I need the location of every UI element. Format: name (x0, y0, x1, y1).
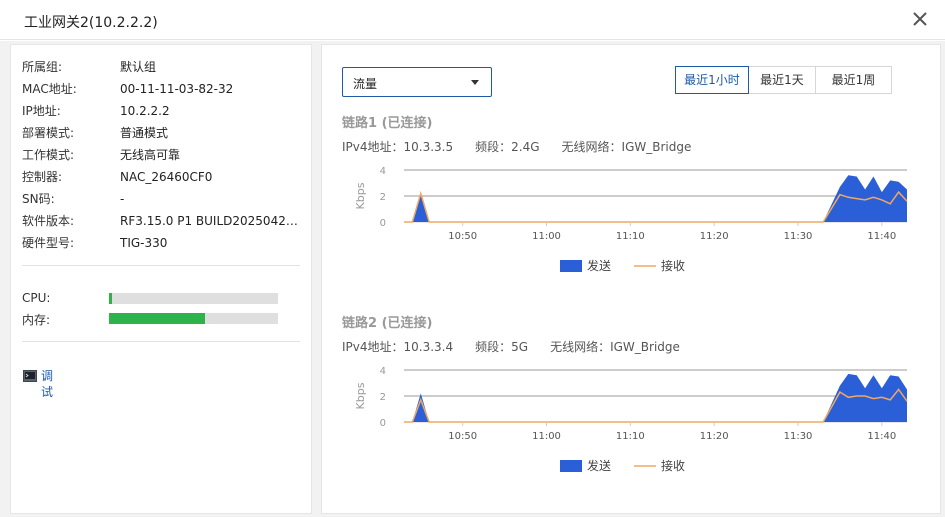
x-tick-label: 11:10 (616, 231, 645, 242)
memory-usage-fill (109, 313, 206, 324)
device-info-label: 部署模式: (22, 126, 75, 140)
device-info-value: 普通模式 (120, 126, 169, 140)
device-info-label: 硬件型号: (22, 236, 75, 250)
device-info-value: - (120, 192, 125, 206)
link-1-info: IPv4地址：10.3.3.5 频段：2.4G 无线网络：IGW_Bridge (342, 138, 713, 155)
link-2-traffic-chart: Kbps 0 2 4 10:50 11:00 11:10 11:20 11:30 11:40 发送 接… (354, 366, 908, 473)
link-1-title: 链路1 (已连接) (342, 116, 433, 131)
memory-usage-bar (109, 313, 278, 324)
metric-select[interactable]: 流量 (342, 67, 492, 97)
close-icon[interactable] (910, 9, 930, 29)
dialog-title: 工业网关2(10.2.2.2) (24, 15, 158, 31)
legend-label: 接收 (661, 258, 685, 273)
y-tick-label: 4 (380, 166, 386, 177)
link-2-band: 频段：5G (475, 340, 529, 354)
link-2-title: 链路2 (已连接) (342, 316, 433, 331)
link-1-band: 频段：2.4G (475, 140, 540, 154)
link-2-ipv4: IPv4地址：10.3.3.4 (342, 340, 454, 354)
tab-last-1-day[interactable]: 最近1天 (748, 66, 816, 94)
y-tick-label: 0 (380, 418, 386, 429)
tab-last-1-hour[interactable]: 最近1小时 (675, 66, 749, 94)
device-info-value: 00-11-11-03-82-32 (120, 82, 234, 96)
device-info-label: 软件版本: (22, 214, 75, 228)
device-info-label: IP地址: (22, 104, 61, 118)
device-info-label: SN码: (22, 192, 55, 206)
x-tick-label: 11:00 (532, 231, 561, 242)
x-tick-label: 10:50 (448, 231, 477, 242)
device-info-value: TIG-330 (120, 236, 168, 250)
x-tick-label: 10:50 (448, 431, 477, 442)
device-info-label: MAC地址: (22, 82, 77, 96)
dialog-body: 所属组: 默认组 MAC地址: 00-11-11-03-82-32 IP地址: 10.2.… (0, 41, 945, 517)
memory-label: 内存: (22, 313, 51, 327)
device-info-value: 默认组 (120, 60, 157, 74)
link-1-ipv4: IPv4地址：10.3.3.5 (342, 140, 454, 154)
legend-label: 发送 (587, 258, 611, 273)
tab-last-1-week[interactable]: 最近1周 (815, 66, 892, 94)
divider (22, 341, 300, 342)
cpu-usage-bar (109, 293, 278, 304)
series-send-area (404, 373, 907, 422)
y-tick-label: 2 (380, 192, 386, 203)
time-range-tabs: 最近1小时 最近1天 最近1周 (675, 66, 892, 94)
x-tick-label: 11:10 (616, 431, 645, 442)
x-tick-label: 11:20 (700, 231, 729, 242)
device-info-panel: 所属组: 默认组 MAC地址: 00-11-11-03-82-32 IP地址: 10.2.… (10, 44, 312, 514)
divider (22, 265, 300, 266)
y-tick-label: 0 (380, 218, 386, 229)
device-info-value: NAC_26460CF0 (120, 170, 213, 184)
cpu-usage-fill (109, 293, 113, 304)
x-tick-label: 11:30 (784, 431, 813, 442)
x-tick-label: 11:00 (532, 431, 561, 442)
link-1-traffic-chart: Kbps 0 2 4 10:50 11:00 11:10 11:20 11:30 11:40 发送 接… (354, 166, 908, 273)
x-tick-label: 11:20 (700, 431, 729, 442)
series-send-area (404, 175, 907, 222)
terminal-icon (23, 370, 37, 382)
dialog-titlebar: 工业网关2(10.2.2.2) (0, 0, 945, 40)
device-info-value: 10.2.2.2 (120, 104, 170, 118)
device-info-value: 无线高可靠 (120, 148, 181, 162)
legend-label: 发送 (587, 458, 611, 473)
legend-swatch-send (560, 260, 582, 272)
y-tick-label: 2 (380, 392, 386, 403)
device-info-value: RF3.15.0 P1 BUILD20250420... (120, 214, 300, 228)
y-axis-label: Kbps (354, 182, 367, 209)
x-tick-label: 11:40 (867, 231, 896, 242)
link-1-ssid: 无线网络：IGW_Bridge (561, 140, 692, 154)
traffic-panel: 流量 最近1小时 最近1天 最近1周 链路1 (已连接) IPv4地址：10.3… (321, 44, 941, 514)
device-info-label: 控制器: (22, 170, 63, 184)
link-2-ssid: 无线网络：IGW_Bridge (550, 340, 680, 354)
y-axis-label: Kbps (354, 382, 367, 409)
x-tick-label: 11:40 (867, 431, 896, 442)
metric-select-value: 流量 (353, 77, 378, 91)
y-tick-label: 4 (380, 366, 386, 377)
device-info-label: 工作模式: (22, 148, 75, 162)
cpu-label: CPU: (22, 291, 51, 305)
legend-swatch-send (560, 460, 582, 472)
chevron-down-icon (471, 80, 479, 85)
device-info-label: 所属组: (22, 60, 63, 74)
legend-label: 接收 (661, 458, 685, 473)
link-2-info: IPv4地址：10.3.3.4 频段：5G 无线网络：IGW_Bridge (342, 338, 702, 355)
x-tick-label: 11:30 (784, 231, 813, 242)
debug-label: 调试 (41, 369, 54, 399)
